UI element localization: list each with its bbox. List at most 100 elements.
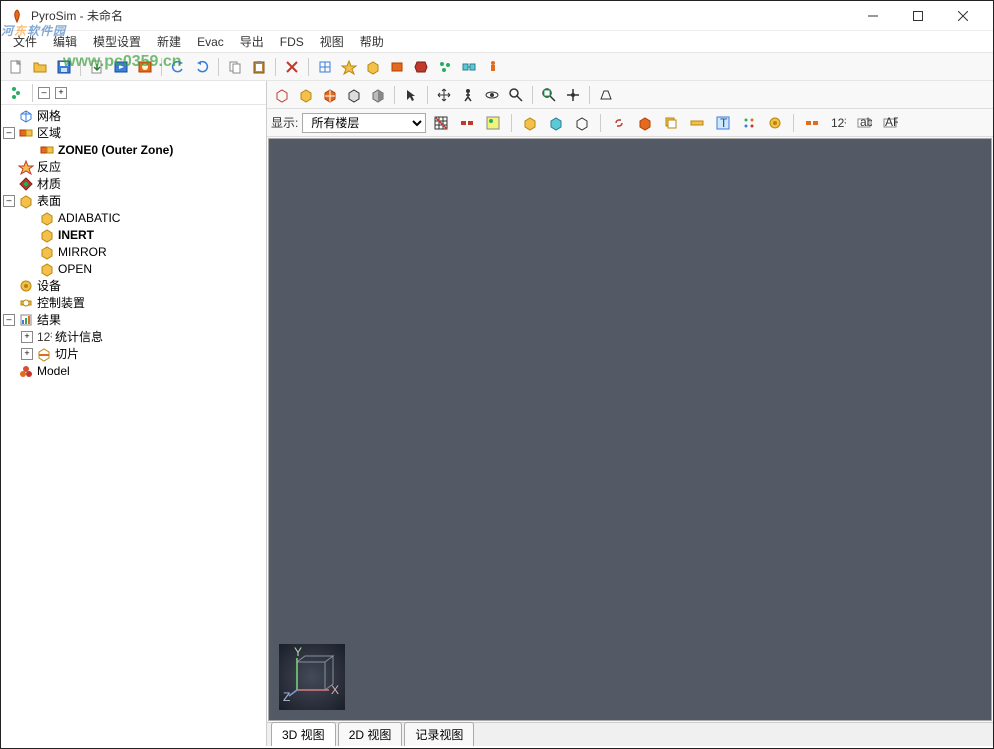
mesh-icon[interactable] [314,56,336,78]
tree-surf-adiabatic[interactable]: ADIABATIC [3,209,264,226]
new-file-icon[interactable] [5,56,27,78]
surface-tool-icon[interactable] [362,56,384,78]
measure-icon[interactable] [801,112,823,134]
close-button[interactable] [940,2,985,30]
menu-help[interactable]: 帮助 [352,31,392,52]
tree-label-zone: 区域 [37,124,61,141]
tree-surface[interactable]: –表面 [3,192,264,209]
tab-3d-view[interactable]: 3D 视图 [271,722,336,746]
tree-zone0[interactable]: ZONE0 (Outer Zone) [3,141,264,158]
box-tool-icon[interactable] [634,112,656,134]
tree-reaction[interactable]: 反应 [3,158,264,175]
zoom-tool-icon[interactable] [505,84,527,106]
axis-indicator[interactable]: X Y Z [279,644,345,710]
tree-device[interactable]: 设备 [3,277,264,294]
tree-results[interactable]: –结果 [3,311,264,328]
copy-icon[interactable] [224,56,246,78]
save-icon[interactable] [53,56,75,78]
evac-tool-icon[interactable] [482,56,504,78]
delete-icon[interactable] [281,56,303,78]
hvac-tool-icon[interactable] [458,56,480,78]
tree-surf-open[interactable]: OPEN [3,260,264,277]
toggle-labels-icon[interactable]: ab [853,112,875,134]
devices-display-icon[interactable] [764,112,786,134]
open-file-icon[interactable] [29,56,51,78]
smokeview-icon[interactable] [134,56,156,78]
select-tool-icon[interactable] [400,84,422,106]
minimize-button[interactable] [850,2,895,30]
perspective-icon[interactable] [595,84,617,106]
tree-stats[interactable]: +12³统计信息 [3,328,264,345]
tree-model[interactable]: Model [3,362,264,379]
paste-icon[interactable] [248,56,270,78]
maximize-button[interactable] [895,2,940,30]
view-mesh-icon[interactable] [319,84,341,106]
import-fds-icon[interactable] [86,56,108,78]
orbit-tool-icon[interactable] [481,84,503,106]
svg-text:ab: ab [860,115,872,129]
menu-edit[interactable]: 编辑 [45,31,85,52]
tree-surf-inert[interactable]: INERT [3,226,264,243]
particle-tool-icon[interactable] [434,56,456,78]
menu-file[interactable]: 文件 [5,31,45,52]
slab-tool-icon[interactable] [686,112,708,134]
zoom-extents-icon[interactable] [538,84,560,106]
tree-mesh[interactable]: 网格 [3,107,264,124]
floor-select[interactable]: 所有楼层 [302,113,426,133]
tree-surf-mirror[interactable]: MIRROR [3,243,264,260]
undo-icon[interactable] [167,56,189,78]
expand-icon[interactable]: + [21,348,33,360]
collapse-icon[interactable]: – [3,195,15,207]
expand-icon[interactable]: + [21,331,33,343]
tree-material[interactable]: 材质 [3,175,264,192]
view-outline-icon[interactable] [343,84,365,106]
text-tool-icon[interactable]: T [712,112,734,134]
view-wireframe-icon[interactable] [271,84,293,106]
stats-display-icon[interactable]: 12³ [827,112,849,134]
tab-record-view[interactable]: 记录视图 [404,722,474,746]
tree-toolbar: – + [1,81,266,105]
view-solid-icon[interactable] [295,84,317,106]
tab-2d-view[interactable]: 2D 视图 [338,722,403,746]
menu-model-settings[interactable]: 模型设置 [85,31,149,52]
menu-view[interactable]: 视图 [312,31,352,52]
view-shaded-icon[interactable] [367,84,389,106]
snap-toggle-icon[interactable] [456,112,478,134]
link-icon[interactable] [608,112,630,134]
tree-slice[interactable]: +切片 [3,345,264,362]
reaction-icon[interactable] [338,56,360,78]
show-label: 显示: [271,114,298,131]
show-obstructions-icon[interactable] [519,112,541,134]
tree-label-material: 材质 [37,175,61,192]
background-icon[interactable] [482,112,504,134]
redo-icon[interactable] [191,56,213,78]
menu-export[interactable]: 导出 [232,31,272,52]
collapse-icon[interactable]: – [3,314,15,326]
layers-icon[interactable] [660,112,682,134]
canvas-3d[interactable]: X Y Z [268,138,992,721]
filter-icon[interactable] [5,82,27,104]
collapse-icon[interactable]: – [3,127,15,139]
separator [532,86,533,104]
collapse-all-icon[interactable]: – [38,87,50,99]
run-fds-icon[interactable] [110,56,132,78]
device-tool-icon[interactable] [410,56,432,78]
particles-display-icon[interactable] [738,112,760,134]
menu-fds[interactable]: FDS [272,33,312,51]
show-holes-icon[interactable] [545,112,567,134]
walk-tool-icon[interactable] [457,84,479,106]
tree-control[interactable]: 控制装置 [3,294,264,311]
ar-toggle-icon[interactable]: AR [879,112,901,134]
tree-label-inert: INERT [58,228,94,242]
menu-evac[interactable]: Evac [189,33,232,51]
window-title: PyroSim - 未命名 [31,7,850,24]
tree-zone[interactable]: – 区域 [3,124,264,141]
material-tool-icon[interactable] [386,56,408,78]
reset-view-icon[interactable] [562,84,584,106]
expand-all-icon[interactable]: + [55,87,67,99]
menu-new[interactable]: 新建 [149,31,189,52]
show-vents-icon[interactable] [571,112,593,134]
grid-toggle-icon[interactable] [430,112,452,134]
pan-tool-icon[interactable] [433,84,455,106]
workspace: – + 网格 –区域 ZONE0 (Outer Zone) 反应 材质 –表面 … [1,81,993,746]
